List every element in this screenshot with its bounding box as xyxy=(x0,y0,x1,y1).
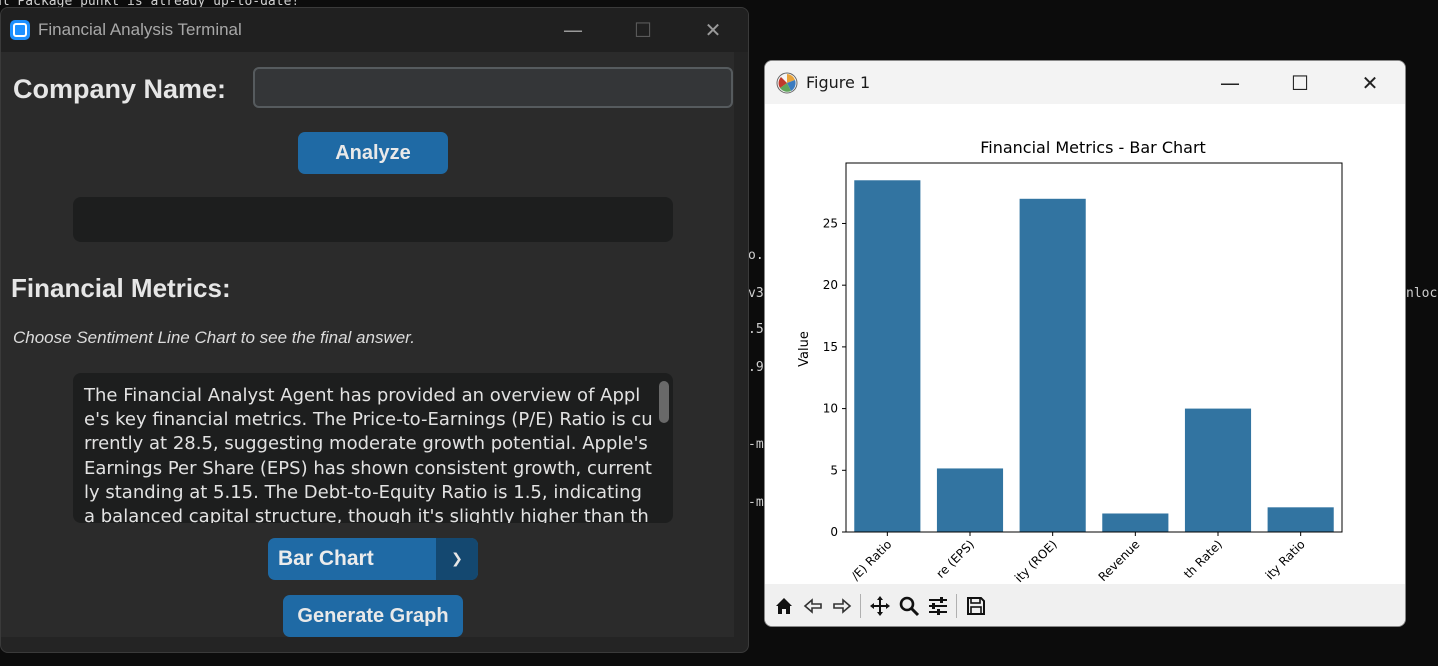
y-tick-label: 15 xyxy=(823,340,838,354)
app-icon xyxy=(10,20,30,40)
maximize-button[interactable]: ☐ xyxy=(1265,61,1335,104)
bar xyxy=(1019,198,1086,532)
bar xyxy=(1184,408,1252,532)
x-tick-label: th Rate) xyxy=(1181,537,1225,581)
y-tick-label: 20 xyxy=(823,278,838,292)
save-icon[interactable] xyxy=(961,591,990,621)
minimize-button[interactable]: — xyxy=(538,8,608,52)
app-window: Financial Analysis Terminal — ☐ ✕ Compan… xyxy=(0,7,749,653)
app-body: Company Name: Analyze Financial Metrics:… xyxy=(1,52,734,637)
y-tick-label: 25 xyxy=(823,216,838,230)
back-icon[interactable] xyxy=(798,591,827,621)
chevron-down-icon[interactable]: ❯ xyxy=(436,538,478,580)
close-button[interactable]: ✕ xyxy=(678,8,748,52)
figure-toolbar xyxy=(765,584,1405,626)
configure-icon[interactable] xyxy=(923,591,952,621)
x-tick-label: /E) Ratio xyxy=(849,537,895,583)
chart-title: Financial Metrics - Bar Chart xyxy=(980,138,1206,157)
hint-text: Choose Sentiment Line Chart to see the f… xyxy=(13,328,415,347)
company-name-input[interactable] xyxy=(253,67,733,108)
y-tick-label: 0 xyxy=(830,525,838,539)
textbox-scrollbar[interactable] xyxy=(659,381,669,423)
pan-icon[interactable] xyxy=(865,591,894,621)
terminal-text: nloc xyxy=(1406,286,1438,301)
app-title: Financial Analysis Terminal xyxy=(38,20,242,39)
figure-window: Figure 1 — ☐ ✕ Financial Metrics - Bar C… xyxy=(764,60,1406,627)
maximize-button[interactable]: ☐ xyxy=(608,8,678,52)
matplotlib-icon xyxy=(776,72,798,93)
minimize-button[interactable]: — xyxy=(1195,61,1265,104)
plot-frame xyxy=(845,162,1343,533)
zoom-icon[interactable] xyxy=(894,591,923,621)
company-name-label: Company Name: xyxy=(13,74,227,104)
x-tick-label: ity Ratio xyxy=(1263,537,1308,582)
y-tick-label: 10 xyxy=(823,402,838,416)
graph-type-dropdown[interactable]: Bar Chart ❯ xyxy=(268,538,478,580)
financial-metrics-label: Financial Metrics: xyxy=(11,273,231,303)
bar xyxy=(936,468,1004,532)
graph-type-value: Bar Chart xyxy=(278,547,374,570)
y-axis-label: Value xyxy=(797,331,812,367)
close-button[interactable]: ✕ xyxy=(1335,61,1405,104)
figure-title: Figure 1 xyxy=(806,73,871,92)
forward-icon[interactable] xyxy=(827,591,856,621)
result-box xyxy=(73,197,673,242)
figure-titlebar[interactable]: Figure 1 — ☐ ✕ xyxy=(765,61,1405,104)
bar xyxy=(1102,513,1169,532)
x-tick-label: Revenue xyxy=(1096,537,1143,584)
report-textbox[interactable]: The Financial Analyst Agent has provided… xyxy=(73,373,673,523)
bar xyxy=(1267,507,1334,532)
toolbar-separator xyxy=(956,594,957,618)
app-titlebar[interactable]: Financial Analysis Terminal — ☐ ✕ xyxy=(1,8,748,52)
x-tick-label: ity (ROE) xyxy=(1012,537,1060,584)
bar xyxy=(854,180,921,532)
report-text: The Financial Analyst Agent has provided… xyxy=(84,385,653,523)
bar-chart: Financial Metrics - Bar Chart Value 0 5 10… xyxy=(797,138,1343,584)
toolbar-separator xyxy=(860,594,861,618)
analyze-button[interactable]: Analyze xyxy=(298,132,448,174)
generate-graph-button[interactable]: Generate Graph xyxy=(283,595,463,637)
x-tick-label: re (EPS) xyxy=(934,537,978,581)
home-icon[interactable] xyxy=(769,591,798,621)
y-tick-label: 5 xyxy=(830,463,838,477)
